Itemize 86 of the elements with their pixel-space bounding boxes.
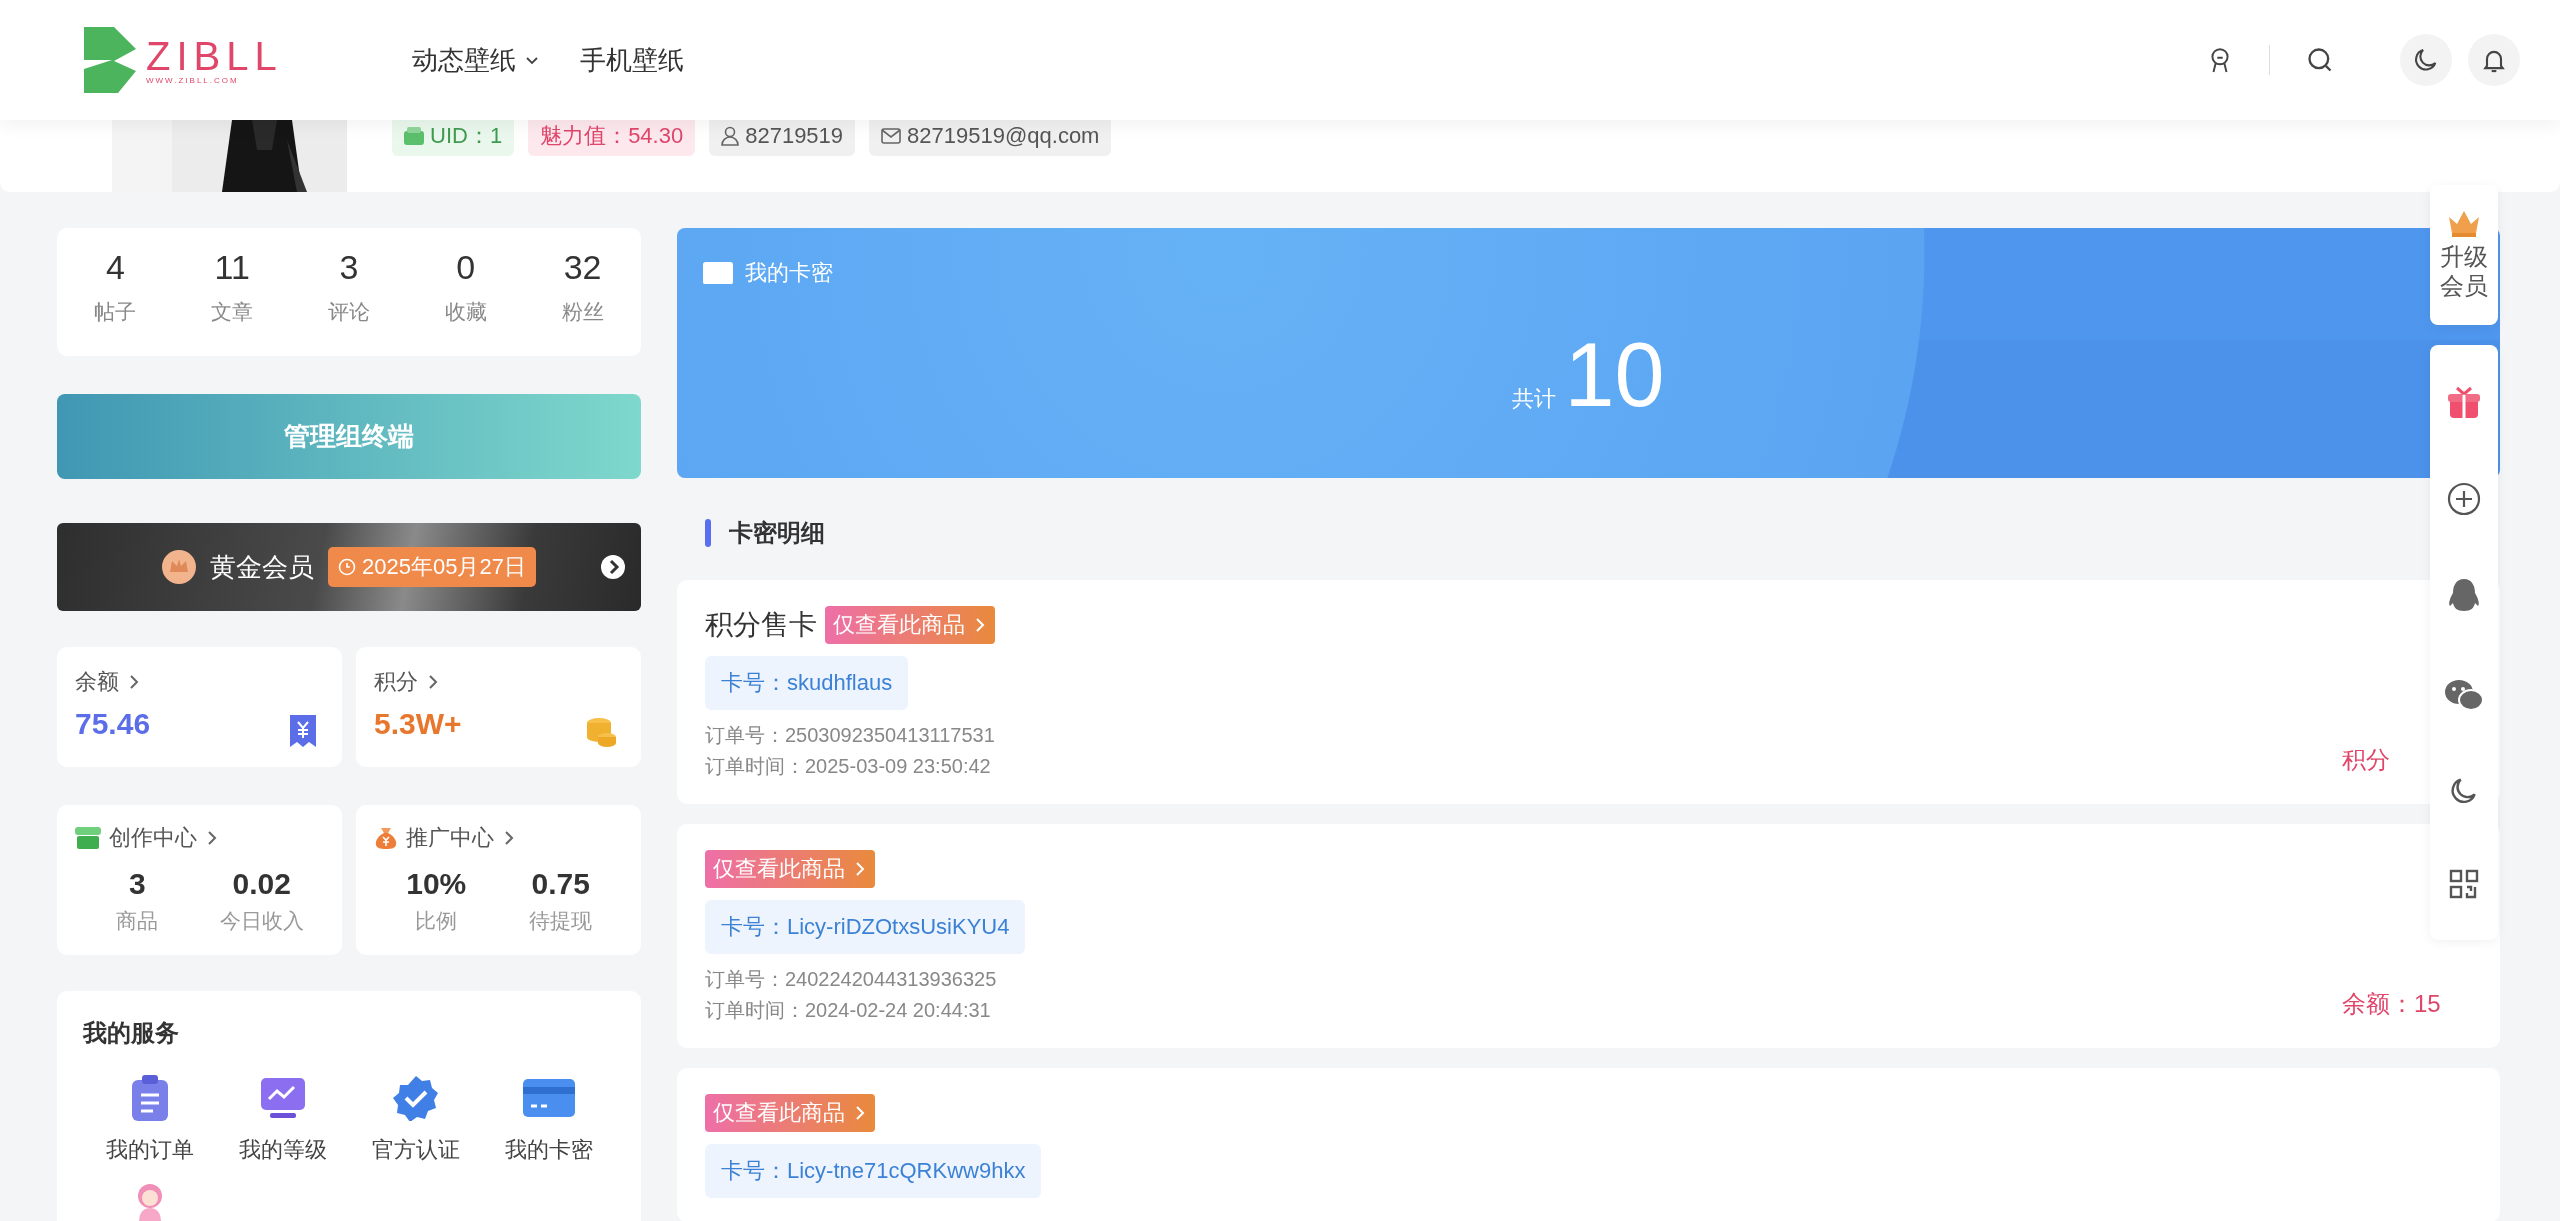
center-label: 商品 [116,908,159,934]
clock-icon [338,558,357,576]
chevron-icon [853,860,867,878]
gift-icon[interactable] [2447,386,2481,421]
search-icon[interactable] [2306,46,2334,74]
center-label: 待提现 [529,908,593,934]
center-card[interactable]: 推广中心 10% 比例 0.75 待提现 [356,805,641,955]
coins-icon [585,715,617,747]
wallet-label: 积分 [374,668,418,696]
total-count: 10 [1564,330,1665,420]
amount: 余额：15 [2342,989,2441,1019]
nav-link[interactable]: 动态壁纸 [412,42,540,78]
wallet-card[interactable]: 积分 5.3W+ [356,647,641,767]
stat-value: 32 [563,250,602,284]
service-item[interactable]: 官方认证 [349,1075,482,1165]
money-bag-icon [374,826,398,850]
vip-level: 黄金会员 [210,550,315,584]
stat-value: 3 [339,250,359,284]
center-card[interactable]: 创作中心 3 商品 0.02 今日收入 [57,805,342,955]
crown-icon [2447,209,2481,238]
wallet-label: 余额 [75,668,119,696]
center-title: 推广中心 [406,824,494,852]
center-value: 3 [128,867,146,901]
add-icon[interactable] [2447,482,2481,517]
center-title: 创作中心 [109,824,197,852]
wallet-value: 5.3W+ [374,707,462,741]
center-value: 0.75 [531,867,590,901]
stat-label: 收藏 [444,299,487,325]
service-item[interactable]: 我的等级 [216,1075,349,1165]
card-icon[interactable] [522,1079,575,1117]
wallet-icon [404,127,424,145]
order-time: 订单时间：2024-02-24 20:44:31 [705,998,992,1023]
section-marker [705,519,711,547]
total-label: 共计 [1512,385,1557,413]
chevron-icon [205,829,219,847]
stat-label: 评论 [328,299,370,325]
stat-value: 0 [456,250,476,284]
chevron-icon [973,616,987,634]
monitor-chart-icon[interactable] [259,1077,306,1119]
mail-icon [881,128,902,144]
center-value: 10% [406,867,467,901]
wallet-card[interactable]: 余额 75.46 [57,647,342,767]
chevron-icon [426,673,440,691]
shop-icon [75,827,101,849]
chevron-circle-icon[interactable] [601,555,625,579]
chevron-icon [127,673,141,691]
order-number: 订单号：2503092350413117531 [705,723,995,748]
wallet-value: 75.46 [75,707,151,741]
qr-code-icon[interactable] [2449,868,2479,899]
order-time: 订单时间：2025-03-09 23:50:42 [705,754,992,779]
logo-icon [84,27,136,93]
logo-text[interactable]: ZIBLL [146,35,283,76]
stat-value: 11 [214,250,250,284]
amount: 积分 [2342,745,2390,775]
logo-subtitle: WWW.ZIBLL.COM [146,75,240,85]
upgrade-button[interactable]: 升级会员 [2430,185,2498,325]
services-title: 我的服务 [83,1018,180,1048]
center-label: 比例 [415,908,458,934]
product-title: 积分售卡 [705,608,817,642]
stat-label: 文章 [211,299,254,325]
user-icon [721,126,740,146]
section-title: 卡密明细 [729,518,825,548]
notification-button[interactable] [2468,34,2520,86]
card-number: 卡号：skudhflaus [705,656,909,710]
verified-icon[interactable] [392,1075,439,1121]
center-value: 0.02 [232,867,291,901]
banner-title: 我的卡密 [745,259,833,287]
stat-value: 4 [105,250,125,284]
theme-button[interactable] [2400,34,2452,86]
vip-banner[interactable]: 黄金会员 2025年05月27日 [57,523,641,611]
card-number: 卡号：Licy-tne71cQRKww9hkx [705,1144,1042,1198]
receipt-icon [288,715,318,747]
order-number: 订单号：2402242044313936325 [705,967,997,992]
expiry-badge: 2025年05月27日 [328,547,536,587]
stat-label: 帖子 [94,299,137,325]
card-icon [703,261,733,285]
card-number: 卡号：Licy-riDZOtxsUsiKYU4 [705,900,1026,954]
clipboard-icon[interactable] [129,1075,170,1121]
center-label: 今日收入 [219,908,304,934]
chevron-icon [502,829,516,847]
service-item[interactable]: 我的订单 [83,1075,216,1165]
stat-label: 粉丝 [561,299,604,325]
nav-link[interactable]: 手机壁纸 [580,42,684,78]
chevron-icon [853,1104,867,1122]
crown-badge-icon [162,550,197,584]
service-item[interactable]: 我的卡密 [482,1075,615,1165]
